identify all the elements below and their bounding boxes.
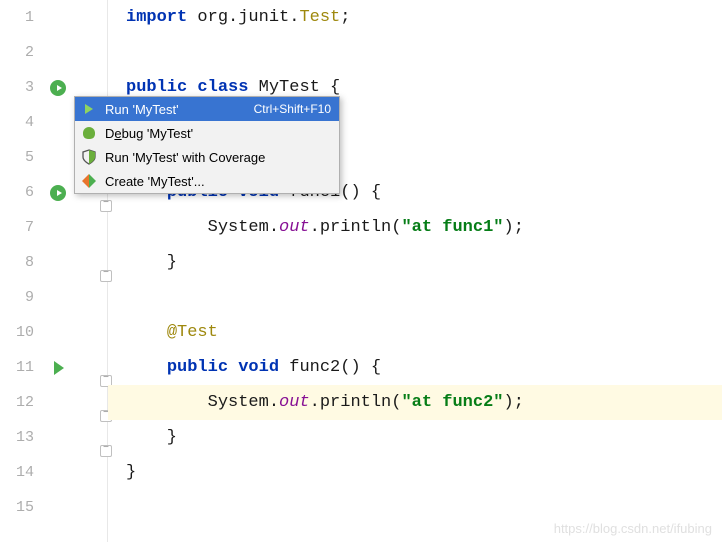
- line-number: 8: [0, 245, 34, 280]
- line-number: 5: [0, 140, 34, 175]
- code-line: }: [126, 455, 722, 490]
- menu-label: Debug 'MyTest': [105, 126, 331, 141]
- line-number: 13: [0, 420, 34, 455]
- line-number: 14: [0, 455, 34, 490]
- run-icon: [81, 101, 97, 117]
- code-line: [126, 280, 722, 315]
- code-line: System.out.println("at func1");: [126, 210, 722, 245]
- menu-item-run[interactable]: Run 'MyTest' Ctrl+Shift+F10: [75, 97, 339, 121]
- menu-item-debug[interactable]: Debug 'MyTest': [75, 121, 339, 145]
- create-config-icon: [81, 173, 97, 189]
- line-number: 4: [0, 105, 34, 140]
- line-number: 3: [0, 70, 34, 105]
- code-line: import org.junit.Test;: [126, 0, 722, 35]
- gutter-icons: [48, 0, 108, 525]
- code-line-highlighted: System.out.println("at func2");: [108, 385, 722, 420]
- run-class-gutter-icon[interactable]: [50, 80, 66, 96]
- menu-label: Run 'MyTest': [105, 102, 246, 117]
- gutter: 1 2 3 4 5 6 7 8 9 10 11 12 13 14 15: [0, 0, 108, 542]
- code-line: [126, 490, 722, 525]
- code-line: @Test: [126, 315, 722, 350]
- menu-shortcut: Ctrl+Shift+F10: [254, 102, 331, 116]
- bug-icon: [81, 125, 97, 141]
- run-test-gutter-icon[interactable]: [50, 185, 66, 201]
- line-numbers: 1 2 3 4 5 6 7 8 9 10 11 12 13 14 15: [0, 0, 42, 525]
- run-test-gutter-icon[interactable]: [54, 361, 64, 375]
- line-number: 10: [0, 315, 34, 350]
- context-menu: Run 'MyTest' Ctrl+Shift+F10 Debug 'MyTes…: [74, 96, 340, 194]
- code-editor: 1 2 3 4 5 6 7 8 9 10 11 12 13 14 15: [0, 0, 722, 542]
- line-number: 2: [0, 35, 34, 70]
- menu-item-create[interactable]: Create 'MyTest'...: [75, 169, 339, 193]
- coverage-icon: [81, 149, 97, 165]
- line-number: 12: [0, 385, 34, 420]
- line-number: 7: [0, 210, 34, 245]
- watermark: https://blog.csdn.net/ifubing: [554, 521, 712, 536]
- code-line: public void func2() {: [126, 350, 722, 385]
- code-line: [126, 35, 722, 70]
- line-number: 1: [0, 0, 34, 35]
- line-number: 15: [0, 490, 34, 525]
- code-area[interactable]: import org.junit.Test; public class MyTe…: [108, 0, 722, 542]
- code-line: }: [126, 245, 722, 280]
- line-number: 9: [0, 280, 34, 315]
- menu-label: Run 'MyTest' with Coverage: [105, 150, 331, 165]
- menu-label: Create 'MyTest'...: [105, 174, 331, 189]
- line-number: 11: [0, 350, 34, 385]
- code-line: }: [126, 420, 722, 455]
- menu-item-coverage[interactable]: Run 'MyTest' with Coverage: [75, 145, 339, 169]
- line-number: 6: [0, 175, 34, 210]
